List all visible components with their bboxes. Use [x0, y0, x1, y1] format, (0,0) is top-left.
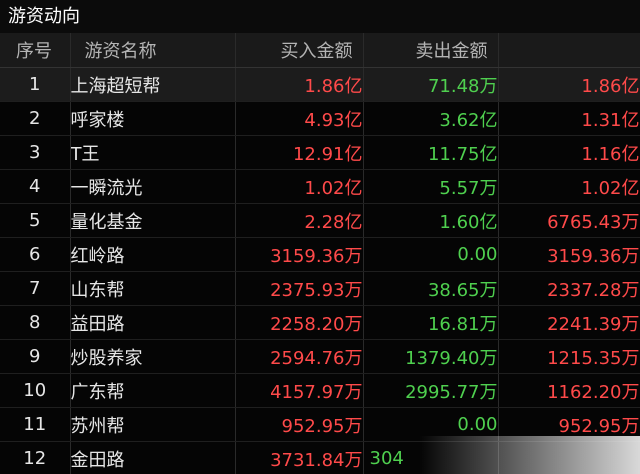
- table-row[interactable]: 12 金田路 3731.84万 304: [0, 441, 640, 474]
- row-buy: 952.95万: [235, 407, 364, 442]
- row-net: 952.95万: [498, 407, 640, 442]
- row-name: 红岭路: [70, 237, 236, 272]
- row-index: 9: [0, 339, 71, 374]
- table-row[interactable]: 1 上海超短帮 1.86亿 71.48万 1.86亿: [0, 67, 640, 102]
- row-buy: 2258.20万: [235, 305, 364, 340]
- row-sell: 71.48万: [363, 67, 499, 102]
- column-header-sell[interactable]: 卖出金额: [363, 33, 499, 68]
- row-name: 广东帮: [70, 373, 236, 408]
- table-row[interactable]: 9 炒股养家 2594.76万 1379.40万 1215.35万: [0, 339, 640, 374]
- row-name: 炒股养家: [70, 339, 236, 374]
- row-index: 8: [0, 305, 71, 340]
- row-sell: 16.81万: [363, 305, 499, 340]
- row-index: 2: [0, 101, 71, 136]
- row-sell: 0.00: [363, 237, 499, 272]
- row-buy: 3159.36万: [235, 237, 364, 272]
- row-buy: 2375.93万: [235, 271, 364, 306]
- row-index: 3: [0, 135, 71, 170]
- table-row[interactable]: 2 呼家楼 4.93亿 3.62亿 1.31亿: [0, 101, 640, 136]
- row-index: 5: [0, 203, 71, 238]
- row-buy: 2.28亿: [235, 203, 364, 238]
- table-row[interactable]: 11 苏州帮 952.95万 0.00 952.95万: [0, 407, 640, 442]
- row-name: 上海超短帮: [70, 67, 236, 102]
- row-net: 1.86亿: [498, 67, 640, 102]
- row-net: 6765.43万: [498, 203, 640, 238]
- table-row[interactable]: 6 红岭路 3159.36万 0.00 3159.36万: [0, 237, 640, 272]
- row-buy: 4157.97万: [235, 373, 364, 408]
- row-sell: 304: [363, 441, 499, 474]
- row-net: [498, 441, 640, 474]
- column-header-index[interactable]: 序号: [0, 33, 71, 68]
- row-net: 2241.39万: [498, 305, 640, 340]
- hot-money-table: 序号 游资名称 买入金额 卖出金额 1 上海超短帮 1.86亿 71.48万 1…: [0, 33, 640, 474]
- row-name: 益田路: [70, 305, 236, 340]
- row-sell: 5.57万: [363, 169, 499, 204]
- row-sell: 2995.77万: [363, 373, 499, 408]
- row-net: 3159.36万: [498, 237, 640, 272]
- table-row[interactable]: 4 一瞬流光 1.02亿 5.57万 1.02亿: [0, 169, 640, 204]
- row-net: 1.31亿: [498, 101, 640, 136]
- column-header-buy[interactable]: 买入金额: [235, 33, 364, 68]
- row-buy: 1.86亿: [235, 67, 364, 102]
- row-index: 6: [0, 237, 71, 272]
- table-row[interactable]: 7 山东帮 2375.93万 38.65万 2337.28万: [0, 271, 640, 306]
- table-row[interactable]: 10 广东帮 4157.97万 2995.77万 1162.20万: [0, 373, 640, 408]
- row-buy: 3731.84万: [235, 441, 364, 474]
- row-index: 4: [0, 169, 71, 204]
- row-net: 1162.20万: [498, 373, 640, 408]
- row-name: 金田路: [70, 441, 236, 474]
- table-header: 序号 游资名称 买入金额 卖出金额: [0, 33, 640, 68]
- row-buy: 2594.76万: [235, 339, 364, 374]
- row-sell: 1.60亿: [363, 203, 499, 238]
- panel-title: 游资动向: [0, 0, 640, 33]
- row-sell: 38.65万: [363, 271, 499, 306]
- row-buy: 12.91亿: [235, 135, 364, 170]
- row-index: 12: [0, 441, 71, 474]
- row-net: 1215.35万: [498, 339, 640, 374]
- row-name: T王: [70, 135, 236, 170]
- column-header-net[interactable]: [498, 33, 640, 68]
- table-row[interactable]: 3 T王 12.91亿 11.75亿 1.16亿: [0, 135, 640, 170]
- row-name: 量化基金: [70, 203, 236, 238]
- row-index: 7: [0, 271, 71, 306]
- capital-flow-panel: 游资动向 序号 游资名称 买入金额 卖出金额 1 上海超短帮 1.86亿 71.…: [0, 0, 640, 474]
- column-header-name[interactable]: 游资名称: [70, 33, 236, 68]
- row-name: 一瞬流光: [70, 169, 236, 204]
- row-index: 11: [0, 407, 71, 442]
- row-sell: 1379.40万: [363, 339, 499, 374]
- table-row[interactable]: 8 益田路 2258.20万 16.81万 2241.39万: [0, 305, 640, 340]
- row-sell: 11.75亿: [363, 135, 499, 170]
- row-sell: 3.62亿: [363, 101, 499, 136]
- row-name: 苏州帮: [70, 407, 236, 442]
- row-index: 1: [0, 67, 71, 102]
- row-net: 1.02亿: [498, 169, 640, 204]
- table-row[interactable]: 5 量化基金 2.28亿 1.60亿 6765.43万: [0, 203, 640, 238]
- row-sell: 0.00: [363, 407, 499, 442]
- row-net: 2337.28万: [498, 271, 640, 306]
- row-name: 呼家楼: [70, 101, 236, 136]
- row-name: 山东帮: [70, 271, 236, 306]
- row-index: 10: [0, 373, 71, 408]
- row-buy: 4.93亿: [235, 101, 364, 136]
- row-buy: 1.02亿: [235, 169, 364, 204]
- row-net: 1.16亿: [498, 135, 640, 170]
